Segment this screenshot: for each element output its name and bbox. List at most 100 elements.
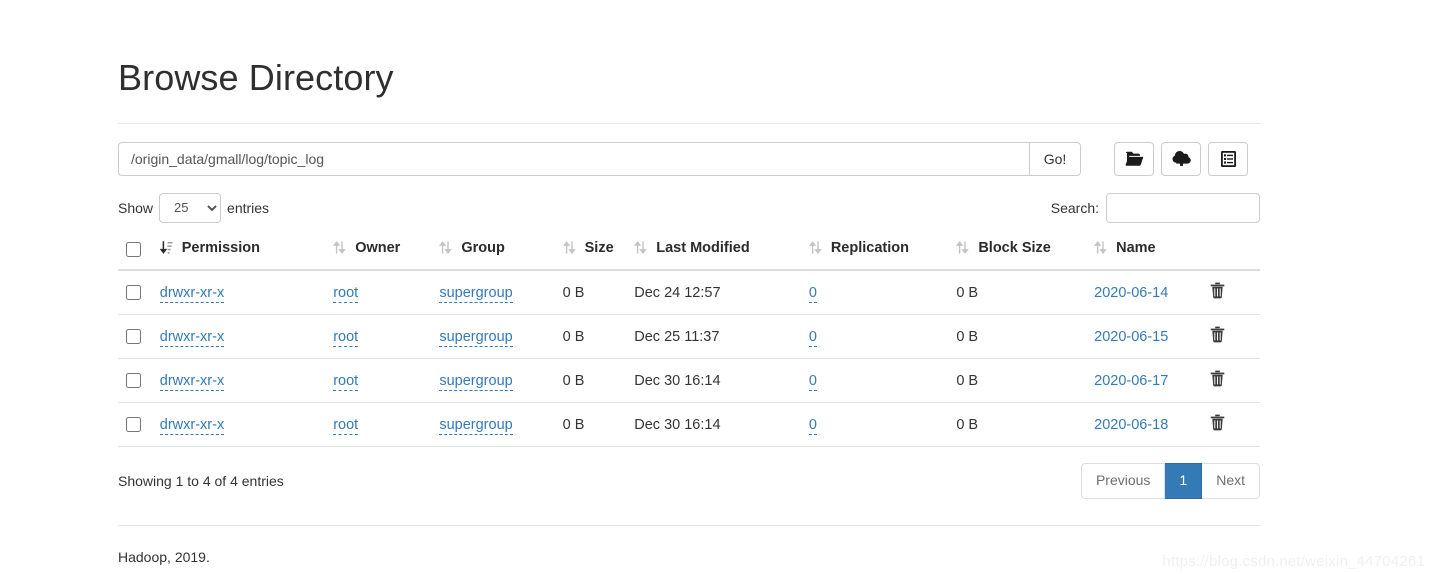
cut-paste-button[interactable] [1208,141,1248,176]
row-checkbox[interactable] [126,417,141,433]
name-link[interactable]: 2020-06-14 [1094,285,1168,301]
select-all-checkbox[interactable] [126,242,141,258]
length-control: Show 25 50 100 entries [118,192,270,223]
cell-last-modified: Dec 25 11:37 [626,314,801,360]
entries-label: entries [227,199,270,216]
group-link[interactable]: supergroup [439,372,513,391]
cell-name: 2020-06-14 [1086,270,1203,316]
cell-actions [1202,358,1260,404]
sort-both-icon [634,240,647,255]
replication-link[interactable]: 0 [808,416,817,435]
header-block-size-label: Block Size [978,239,1051,256]
header-size[interactable]: Size [554,231,627,272]
sort-both-icon [808,240,822,255]
entries-info: Showing 1 to 4 of 4 entries [118,472,284,489]
cell-block-size: 0 B [948,270,1087,316]
cell-last-modified: Dec 24 12:57 [626,270,801,316]
cell-size: 0 B [554,270,627,316]
permission-link[interactable]: drwxr-xr-x [159,328,225,347]
path-input[interactable] [118,141,1029,176]
header-owner[interactable]: Owner [325,231,432,272]
delete-row-button[interactable] [1210,326,1225,343]
header-name-label: Name [1116,239,1156,256]
replication-link[interactable]: 0 [808,328,817,347]
table-body: drwxr-xr-x root supergroup 0 B Dec 24 12… [118,270,1260,448]
folder-open-icon [1125,150,1144,167]
header-permission[interactable]: Permission [151,231,326,272]
group-link[interactable]: supergroup [439,284,513,303]
page-title: Browse Directory [118,57,394,98]
row-checkbox[interactable] [126,329,141,345]
header-name[interactable]: Name [1086,231,1203,272]
group-link[interactable]: supergroup [439,328,513,347]
replication-link[interactable]: 0 [808,284,817,303]
cell-block-size: 0 B [948,314,1087,360]
cell-owner: root [325,270,432,316]
pagination-next[interactable]: Next [1202,463,1260,499]
footer-divider [118,524,1260,526]
search-input[interactable] [1106,192,1260,223]
copyright-text: Hadoop, 2019. [118,548,210,565]
delete-row-button[interactable] [1210,282,1225,299]
group-link[interactable]: supergroup [439,416,513,435]
delete-row-button[interactable] [1210,370,1225,387]
delete-row-button[interactable] [1210,414,1225,431]
owner-link[interactable]: root [333,372,359,391]
header-group-label: Group [461,239,505,256]
owner-link[interactable]: root [333,284,359,303]
sort-asc-active-icon [159,240,173,255]
name-link[interactable]: 2020-06-15 [1094,329,1168,345]
cell-permission: drwxr-xr-x [151,314,326,360]
sort-both-icon [439,240,453,255]
row-select-cell [118,270,152,316]
page-container: Browse Directory Go! [118,0,1260,565]
table-row: drwxr-xr-x root supergroup 0 B Dec 25 11… [118,314,1260,360]
row-checkbox[interactable] [126,373,141,389]
row-checkbox[interactable] [126,285,141,301]
upload-files-button[interactable] [1161,141,1201,176]
header-last-modified[interactable]: Last Modified [626,231,801,272]
sort-both-icon [562,240,576,255]
directory-action-buttons [1114,141,1248,176]
pagination-page-1[interactable]: 1 [1165,463,1203,499]
cell-block-size: 0 B [948,402,1087,448]
sort-both-icon [956,240,970,255]
clipboard-list-icon [1220,150,1237,168]
cell-group: supergroup [431,270,555,316]
header-replication[interactable]: Replication [800,231,949,272]
owner-link[interactable]: root [333,416,359,435]
browse-directory-page: Browse Directory Go! [0,0,1431,574]
cell-owner: root [325,314,432,360]
header-group[interactable]: Group [431,231,555,272]
cell-replication: 0 [800,358,949,404]
cell-group: supergroup [431,358,555,404]
row-select-cell [118,358,152,404]
permission-link[interactable]: drwxr-xr-x [159,284,225,303]
cell-size: 0 B [554,314,627,360]
entries-length-select[interactable]: 25 50 100 [159,192,222,223]
search-control: Search: [1050,192,1260,223]
cell-actions [1202,270,1260,316]
permission-link[interactable]: drwxr-xr-x [159,416,225,435]
name-link[interactable]: 2020-06-17 [1094,373,1168,389]
cell-last-modified: Dec 30 16:14 [626,402,801,448]
header-block-size[interactable]: Block Size [948,231,1087,272]
name-link[interactable]: 2020-06-18 [1094,417,1168,433]
trash-icon [1210,326,1225,346]
cell-name: 2020-06-15 [1086,314,1203,360]
cell-actions [1202,314,1260,360]
cell-permission: drwxr-xr-x [151,402,326,448]
pagination-previous[interactable]: Previous [1080,463,1166,499]
permission-link[interactable]: drwxr-xr-x [159,372,225,391]
go-button[interactable]: Go! [1029,141,1081,176]
table-head: Permission Owner Group Size Last Modifie… [118,231,1260,272]
header-actions [1202,231,1260,272]
search-label: Search: [1050,199,1099,216]
create-directory-button[interactable] [1114,141,1154,176]
header-size-label: Size [584,239,614,256]
table-controls: Show 25 50 100 entries Search: [118,192,1260,224]
replication-link[interactable]: 0 [808,372,817,391]
table-row: drwxr-xr-x root supergroup 0 B Dec 30 16… [118,358,1260,404]
cell-group: supergroup [431,402,555,448]
owner-link[interactable]: root [333,328,359,347]
